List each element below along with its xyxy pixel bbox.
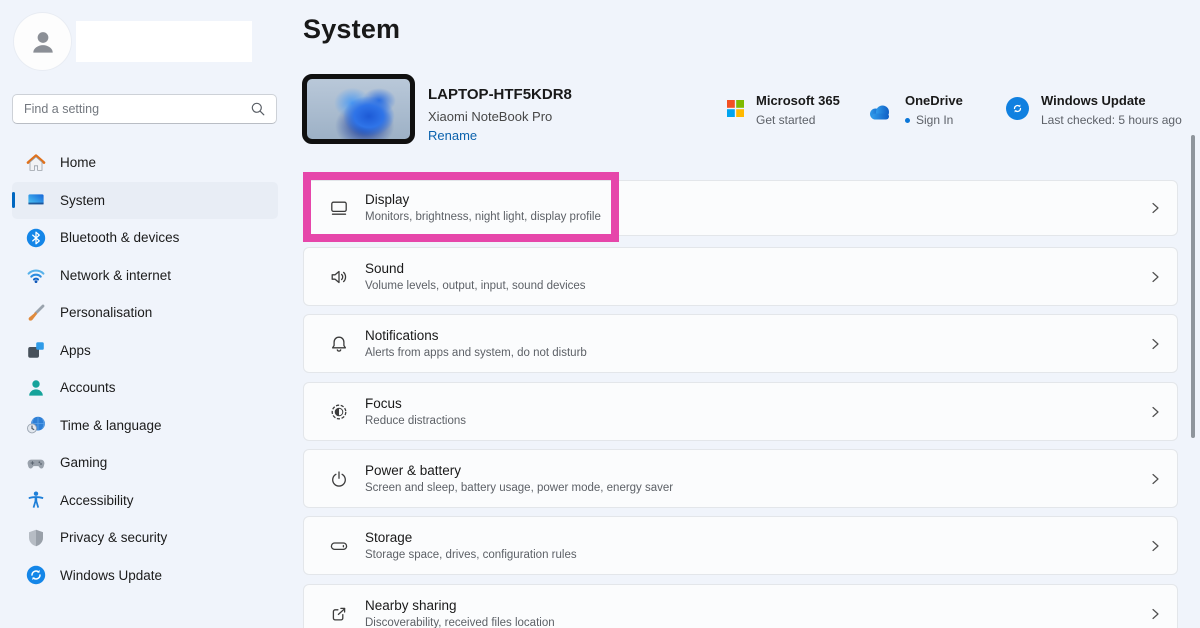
search-icon[interactable]	[250, 101, 266, 117]
notifications-icon	[329, 334, 349, 354]
sidebar: Home System	[0, 0, 290, 628]
settings-row-power-battery[interactable]: Power & battery Screen and sleep, batter…	[303, 449, 1178, 508]
widget-microsoft-365[interactable]: Microsoft 365 Get started	[727, 92, 840, 128]
sidebar-item-label: Accessibility	[60, 492, 134, 508]
sidebar-item-accounts[interactable]: Accounts	[12, 369, 278, 407]
row-subtitle: Screen and sleep, battery usage, power m…	[365, 481, 674, 494]
sidebar-item-label: Gaming	[60, 455, 108, 471]
sidebar-item-label: Privacy & security	[60, 530, 168, 546]
rename-link[interactable]: Rename	[428, 128, 477, 143]
onedrive-icon	[866, 103, 893, 121]
widget-title: Microsoft 365	[756, 93, 840, 108]
settings-row-nearby-sharing[interactable]: Nearby sharing Discoverability, received…	[303, 584, 1178, 628]
widget-subtitle: Sign In	[916, 113, 954, 127]
row-subtitle: Monitors, brightness, night light, displ…	[365, 211, 601, 223]
widget-subtitle: Last checked: 5 hours ago	[1041, 113, 1182, 127]
nearby-sharing-icon	[329, 604, 349, 624]
widget-title: OneDrive	[905, 93, 963, 108]
settings-row-display[interactable]: Display Monitors, brightness, night ligh…	[303, 180, 1178, 236]
row-subtitle: Discoverability, received files location	[365, 616, 555, 628]
sidebar-item-label: System	[60, 192, 106, 208]
settings-row-notifications[interactable]: Notifications Alerts from apps and syste…	[303, 314, 1178, 373]
home-icon	[26, 153, 46, 173]
chevron-right-icon	[1149, 202, 1161, 214]
sidebar-item-bluetooth-devices[interactable]: Bluetooth & devices	[12, 219, 278, 257]
sidebar-item-network-internet[interactable]: Network & internet	[12, 257, 278, 295]
row-title: Power & battery	[365, 462, 462, 478]
settings-row-sound[interactable]: Sound Volume levels, output, input, soun…	[303, 247, 1178, 306]
chevron-right-icon	[1149, 271, 1161, 283]
sidebar-item-personalisation[interactable]: Personalisation	[12, 294, 278, 332]
network-icon	[26, 265, 46, 285]
windows-update-icon	[1006, 97, 1029, 120]
chevron-right-icon	[1149, 540, 1161, 552]
search-box[interactable]	[12, 94, 277, 124]
power-battery-icon	[329, 469, 349, 489]
row-title: Nearby sharing	[365, 597, 457, 613]
time-language-icon	[26, 415, 46, 435]
row-title: Storage	[365, 529, 413, 545]
status-dot	[905, 117, 910, 123]
sound-icon	[329, 267, 349, 287]
personalisation-icon	[26, 303, 46, 323]
sidebar-item-gaming[interactable]: Gaming	[12, 444, 278, 482]
settings-row-focus[interactable]: Focus Reduce distractions	[303, 382, 1178, 441]
row-subtitle: Volume levels, output, input, sound devi…	[365, 279, 586, 292]
row-title: Focus	[365, 395, 402, 411]
settings-row-storage[interactable]: Storage Storage space, drives, configura…	[303, 516, 1178, 575]
page-title: System	[303, 14, 401, 44]
bluetooth-icon	[26, 228, 46, 248]
sidebar-item-privacy-security[interactable]: Privacy & security	[12, 519, 278, 557]
sidebar-item-label: Apps	[60, 342, 91, 358]
chevron-right-icon	[1149, 406, 1161, 418]
device-model: Xiaomi NoteBook Pro	[428, 109, 553, 124]
user-avatar[interactable]	[14, 13, 71, 70]
sidebar-item-accessibility[interactable]: Accessibility	[12, 482, 278, 520]
sidebar-item-label: Bluetooth & devices	[60, 230, 180, 246]
person-icon	[28, 27, 58, 57]
sidebar-item-label: Windows Update	[60, 567, 163, 583]
widget-title: Windows Update	[1041, 93, 1146, 108]
sidebar-item-system[interactable]: System	[12, 181, 278, 219]
sidebar-item-label: Personalisation	[60, 305, 153, 321]
row-title: Display	[365, 192, 410, 207]
sidebar-item-apps[interactable]: Apps	[12, 332, 278, 370]
widget-windows-update[interactable]: Windows Update Last checked: 5 hours ago	[1006, 92, 1182, 128]
sidebar-item-label: Accounts	[60, 380, 116, 396]
user-name-redacted-block	[76, 21, 252, 62]
microsoft-365-icon	[727, 100, 744, 117]
sidebar-item-time-language[interactable]: Time & language	[12, 407, 278, 445]
chevron-right-icon	[1149, 338, 1161, 350]
display-icon	[329, 198, 349, 218]
row-title: Notifications	[365, 327, 439, 343]
gaming-icon	[26, 453, 46, 473]
chevron-right-icon	[1149, 473, 1161, 485]
privacy-security-icon	[26, 528, 46, 548]
widget-subtitle: Get started	[756, 113, 816, 127]
sidebar-item-home[interactable]: Home	[12, 144, 278, 182]
row-subtitle: Alerts from apps and system, do not dist…	[365, 346, 587, 359]
row-title: Sound	[365, 260, 405, 276]
row-subtitle: Storage space, drives, configuration rul…	[365, 548, 577, 561]
accounts-icon	[26, 378, 46, 398]
widget-onedrive[interactable]: OneDrive Sign In	[866, 92, 963, 128]
device-name: LAPTOP-HTF5KDR8	[428, 86, 572, 103]
apps-icon	[26, 340, 46, 360]
accessibility-icon	[26, 490, 46, 510]
row-subtitle: Reduce distractions	[365, 414, 466, 427]
windows-update-icon	[26, 565, 46, 585]
sidebar-item-label: Time & language	[60, 417, 162, 433]
device-wallpaper-thumbnail	[302, 74, 415, 144]
system-icon	[26, 190, 46, 210]
search-input[interactable]	[13, 102, 250, 116]
storage-icon	[329, 536, 349, 556]
sidebar-item-windows-update[interactable]: Windows Update	[12, 557, 278, 595]
sidebar-nav: Home System Bluetooth & devices Network …	[0, 144, 290, 594]
sidebar-item-label: Home	[60, 155, 97, 171]
vertical-scrollbar-thumb[interactable]	[1191, 135, 1195, 438]
focus-icon	[329, 402, 349, 422]
chevron-right-icon	[1149, 608, 1161, 620]
sidebar-item-label: Network & internet	[60, 267, 172, 283]
settings-window: Home System	[0, 0, 1200, 628]
